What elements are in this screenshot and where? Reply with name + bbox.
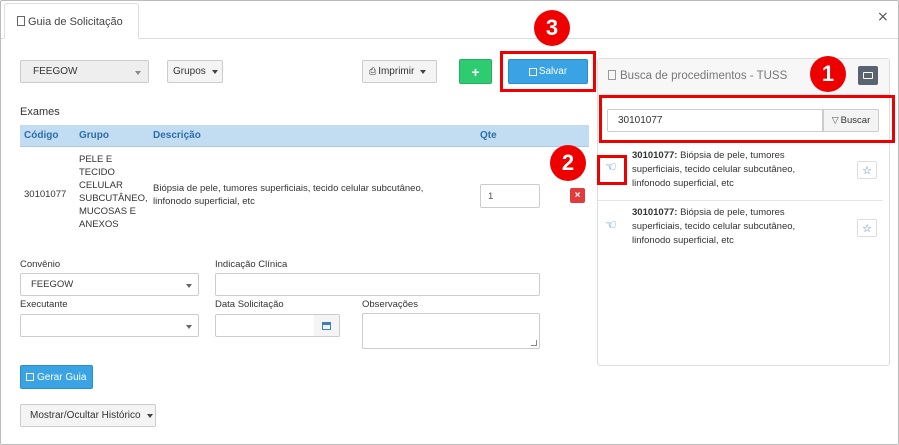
column-header-codigo: Código — [24, 130, 59, 141]
executante-select[interactable] — [20, 314, 199, 337]
result-item: 30101077: Biópsia de pele, tumores super… — [632, 206, 795, 248]
cell-grupo-line: CELULAR — [79, 180, 123, 191]
result-line: superficiais, tecido celular subcutâneo, — [632, 221, 796, 232]
favorite-button[interactable]: ☆ — [857, 219, 877, 237]
tab-label: Guia de Solicitação — [28, 16, 123, 28]
result-item: 30101077: Biópsia de pele, tumores super… — [632, 149, 795, 191]
hand-pointer-icon[interactable]: ☜ — [605, 218, 617, 233]
result-line: linfonodo superficial, etc — [632, 235, 734, 246]
convenio-select[interactable]: FEEGOW — [20, 60, 149, 83]
convenio-field[interactable]: FEEGOW — [20, 273, 199, 296]
cell-grupo: PELE E TECIDO CELULAR SUBCUTÂNEO, MUCOSA… — [79, 153, 148, 231]
chevron-down-icon — [186, 325, 192, 329]
cell-grupo-line: SUBCUTÂNEO, — [79, 193, 148, 204]
grupos-dropdown-button[interactable]: Grupos — [167, 60, 223, 83]
historico-toggle-button[interactable]: Mostrar/Ocultar Histórico — [20, 404, 156, 427]
cell-grupo-line: MUCOSAS E — [79, 206, 137, 217]
column-header-qte: Qte — [480, 130, 497, 141]
tab-guia-solicitacao[interactable]: Guia de Solicitação — [4, 3, 139, 39]
document-icon — [17, 16, 25, 26]
close-icon[interactable]: × — [877, 9, 889, 25]
cell-descricao: Biópsia de pele, tumores superficiais, t… — [153, 182, 423, 208]
cell-grupo-line: ANEXOS — [79, 219, 119, 230]
resize-handle-icon[interactable] — [531, 340, 537, 346]
cell-codigo: 30101077 — [24, 189, 67, 200]
imprimir-label: Imprimir — [378, 66, 415, 77]
callout-badge-3: 3 — [534, 10, 570, 46]
convenio-label: Convênio — [20, 259, 61, 270]
column-header-grupo: Grupo — [79, 130, 109, 141]
chevron-down-icon — [420, 69, 427, 74]
folder-button[interactable] — [858, 66, 878, 85]
external-link-icon — [26, 373, 34, 381]
divider — [598, 200, 883, 201]
callout-badge-2: 2 — [550, 145, 586, 181]
annotation-box-search — [599, 95, 895, 143]
busca-title-text: Busca de procedimentos - TUSS — [620, 70, 788, 82]
star-icon: ☆ — [862, 221, 872, 235]
column-header-descricao: Descrição — [153, 130, 201, 141]
star-icon: ☆ — [862, 163, 872, 177]
result-line: Biópsia de pele, tumores — [677, 207, 785, 218]
grupos-label: Grupos — [173, 66, 206, 77]
observacoes-label: Observações — [362, 299, 418, 310]
add-button[interactable]: + — [459, 59, 492, 84]
observacoes-textarea[interactable] — [362, 313, 540, 349]
imprimir-dropdown-button[interactable]: ⎙ Imprimir — [362, 60, 437, 83]
annotation-box-hand — [597, 155, 627, 185]
folder-icon — [863, 72, 873, 79]
result-line: linfonodo superficial, etc — [632, 178, 734, 189]
indicacao-clinica-input[interactable] — [215, 273, 540, 296]
gerar-guia-label: Gerar Guia — [37, 371, 87, 383]
calendar-button[interactable] — [314, 314, 340, 337]
calendar-icon — [322, 321, 331, 330]
chevron-down-icon — [135, 71, 141, 75]
convenio-select-value: FEEGOW — [33, 66, 78, 77]
favorite-button[interactable]: ☆ — [857, 161, 877, 179]
result-line: superficiais, tecido celular subcutâneo, — [632, 164, 796, 175]
exames-title: Exames — [20, 106, 60, 118]
annotation-box-save — [500, 51, 596, 92]
data-solicitacao-label: Data Solicitação — [215, 299, 284, 310]
cell-grupo-line: PELE E — [79, 154, 113, 165]
qte-input[interactable]: 1 — [480, 184, 540, 208]
document-icon — [608, 70, 616, 80]
indicacao-label: Indicação Clínica — [215, 259, 288, 270]
gerar-guia-button[interactable]: Gerar Guia — [20, 365, 93, 389]
cell-descricao-line: linfonodo superficial, etc — [153, 196, 255, 207]
result-line: Biópsia de pele, tumores — [677, 150, 785, 161]
historico-label: Mostrar/Ocultar Histórico — [30, 410, 141, 421]
chevron-down-icon — [186, 284, 192, 288]
print-icon: ⎙ — [369, 66, 377, 77]
chevron-down-icon — [211, 69, 218, 74]
result-code: 30101077: — [632, 150, 678, 161]
convenio-field-value: FEEGOW — [31, 279, 74, 290]
busca-panel-title: Busca de procedimentos - TUSS — [608, 70, 787, 82]
cell-descricao-line: Biópsia de pele, tumores superficiais, t… — [153, 183, 424, 194]
cell-grupo-line: TECIDO — [79, 167, 115, 178]
chevron-down-icon — [146, 413, 153, 418]
executante-label: Executante — [20, 299, 68, 310]
data-solicitacao-input[interactable] — [215, 314, 315, 337]
callout-badge-1: 1 — [810, 56, 846, 92]
delete-row-button[interactable]: × — [570, 188, 585, 203]
result-code: 30101077: — [632, 207, 678, 218]
